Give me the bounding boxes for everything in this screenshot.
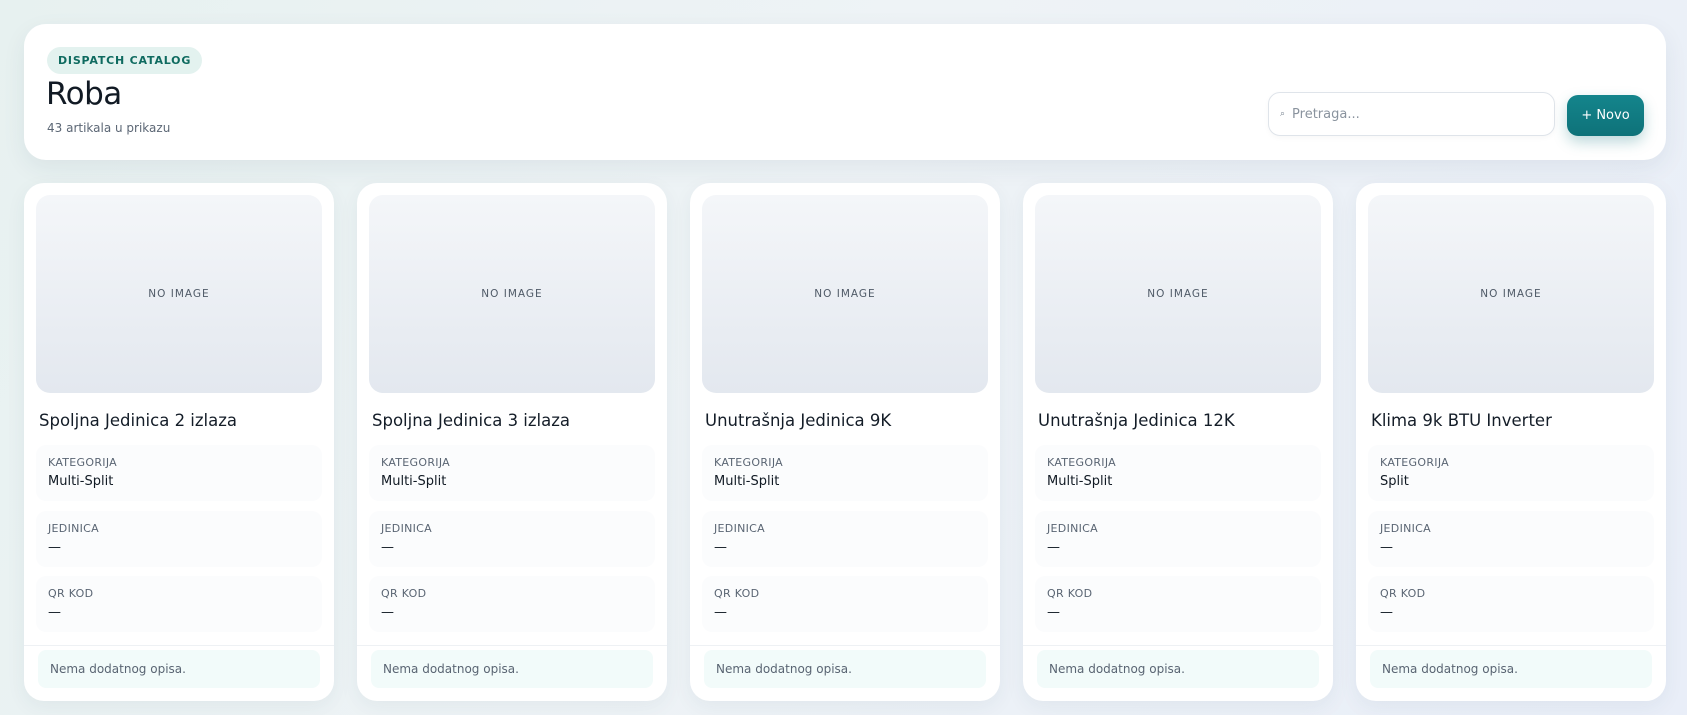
unit-field: JEDINICA — xyxy=(702,511,988,567)
description-note: Nema dodatnog opisa. xyxy=(1370,650,1652,688)
unit-field: JEDINICA — xyxy=(1035,511,1321,567)
item-count: 43 artikala u prikazu xyxy=(47,121,171,135)
field-value: — xyxy=(1380,605,1393,620)
product-title: Spoljna Jedinica 3 izlaza xyxy=(372,411,571,430)
field-value: — xyxy=(48,540,61,555)
field-value: — xyxy=(381,540,394,555)
field-value: Split xyxy=(1380,474,1409,489)
qr-code-field: QR KOD — xyxy=(1368,576,1654,632)
field-label: JEDINICA xyxy=(1047,522,1098,535)
card-divider xyxy=(357,645,667,646)
description-note: Nema dodatnog opisa. xyxy=(1037,650,1319,688)
field-value: — xyxy=(1380,540,1393,555)
unit-field: JEDINICA — xyxy=(36,511,322,567)
catalog-badge: DISPATCH CATALOG xyxy=(47,47,203,74)
field-value: Multi-Split xyxy=(381,474,447,489)
card-divider xyxy=(24,645,334,646)
field-label: JEDINICA xyxy=(381,522,432,535)
product-image-placeholder: NO IMAGE xyxy=(1035,195,1321,393)
category-field: KATEGORIJA Multi-Split xyxy=(36,445,322,501)
field-value: Multi-Split xyxy=(714,474,780,489)
no-image-label: NO IMAGE xyxy=(481,288,543,300)
product-title: Unutrašnja Jedinica 9K xyxy=(705,411,892,430)
category-field: KATEGORIJA Multi-Split xyxy=(1035,445,1321,501)
page-title: Roba xyxy=(46,76,122,112)
product-image-placeholder: NO IMAGE xyxy=(36,195,322,393)
search-input[interactable] xyxy=(1292,106,1554,122)
qr-code-field: QR KOD — xyxy=(36,576,322,632)
no-image-label: NO IMAGE xyxy=(1480,288,1542,300)
product-image-placeholder: NO IMAGE xyxy=(702,195,988,393)
no-image-label: NO IMAGE xyxy=(148,288,210,300)
field-value: — xyxy=(714,540,727,555)
unit-field: JEDINICA — xyxy=(369,511,655,567)
field-label: JEDINICA xyxy=(714,522,765,535)
field-label: QR KOD xyxy=(714,587,760,600)
product-card[interactable]: NO IMAGE Klima 9k BTU Inverter KATEGORIJ… xyxy=(1356,183,1666,701)
field-label: KATEGORIJA xyxy=(1047,456,1117,469)
field-label: KATEGORIJA xyxy=(381,456,451,469)
field-value: — xyxy=(381,605,394,620)
field-value: — xyxy=(1047,605,1060,620)
field-value: — xyxy=(714,605,727,620)
qr-code-field: QR KOD — xyxy=(1035,576,1321,632)
description-note: Nema dodatnog opisa. xyxy=(704,650,986,688)
no-image-label: NO IMAGE xyxy=(1147,288,1209,300)
field-label: JEDINICA xyxy=(1380,522,1431,535)
page-header: DISPATCH CATALOG Roba 43 artikala u prik… xyxy=(24,24,1666,160)
product-image-placeholder: NO IMAGE xyxy=(1368,195,1654,393)
field-label: QR KOD xyxy=(48,587,94,600)
product-image-placeholder: NO IMAGE xyxy=(369,195,655,393)
search-box[interactable]: ⌕ xyxy=(1268,92,1555,136)
description-note: Nema dodatnog opisa. xyxy=(38,650,320,688)
card-divider xyxy=(690,645,1000,646)
field-label: KATEGORIJA xyxy=(1380,456,1450,469)
field-label: QR KOD xyxy=(381,587,427,600)
description-note: Nema dodatnog opisa. xyxy=(371,650,653,688)
qr-code-field: QR KOD — xyxy=(369,576,655,632)
product-card[interactable]: NO IMAGE Spoljna Jedinica 2 izlaza KATEG… xyxy=(24,183,334,701)
no-image-label: NO IMAGE xyxy=(814,288,876,300)
unit-field: JEDINICA — xyxy=(1368,511,1654,567)
field-label: KATEGORIJA xyxy=(48,456,118,469)
product-title: Klima 9k BTU Inverter xyxy=(1371,411,1552,430)
product-card[interactable]: NO IMAGE Unutrašnja Jedinica 12K KATEGOR… xyxy=(1023,183,1333,701)
new-item-button[interactable]: + Novo xyxy=(1567,95,1644,136)
product-card[interactable]: NO IMAGE Spoljna Jedinica 3 izlaza KATEG… xyxy=(357,183,667,701)
field-label: KATEGORIJA xyxy=(714,456,784,469)
search-icon: ⌕ xyxy=(1280,109,1286,119)
product-card[interactable]: NO IMAGE Unutrašnja Jedinica 9K KATEGORI… xyxy=(690,183,1000,701)
field-value: — xyxy=(48,605,61,620)
product-title: Spoljna Jedinica 2 izlaza xyxy=(39,411,238,430)
qr-code-field: QR KOD — xyxy=(702,576,988,632)
field-value: Multi-Split xyxy=(1047,474,1113,489)
category-field: KATEGORIJA Split xyxy=(1368,445,1654,501)
field-label: JEDINICA xyxy=(48,522,99,535)
category-field: KATEGORIJA Multi-Split xyxy=(702,445,988,501)
product-title: Unutrašnja Jedinica 12K xyxy=(1038,411,1235,430)
card-divider xyxy=(1023,645,1333,646)
field-value: Multi-Split xyxy=(48,474,114,489)
card-divider xyxy=(1356,645,1666,646)
field-label: QR KOD xyxy=(1380,587,1426,600)
category-field: KATEGORIJA Multi-Split xyxy=(369,445,655,501)
field-value: — xyxy=(1047,540,1060,555)
field-label: QR KOD xyxy=(1047,587,1093,600)
